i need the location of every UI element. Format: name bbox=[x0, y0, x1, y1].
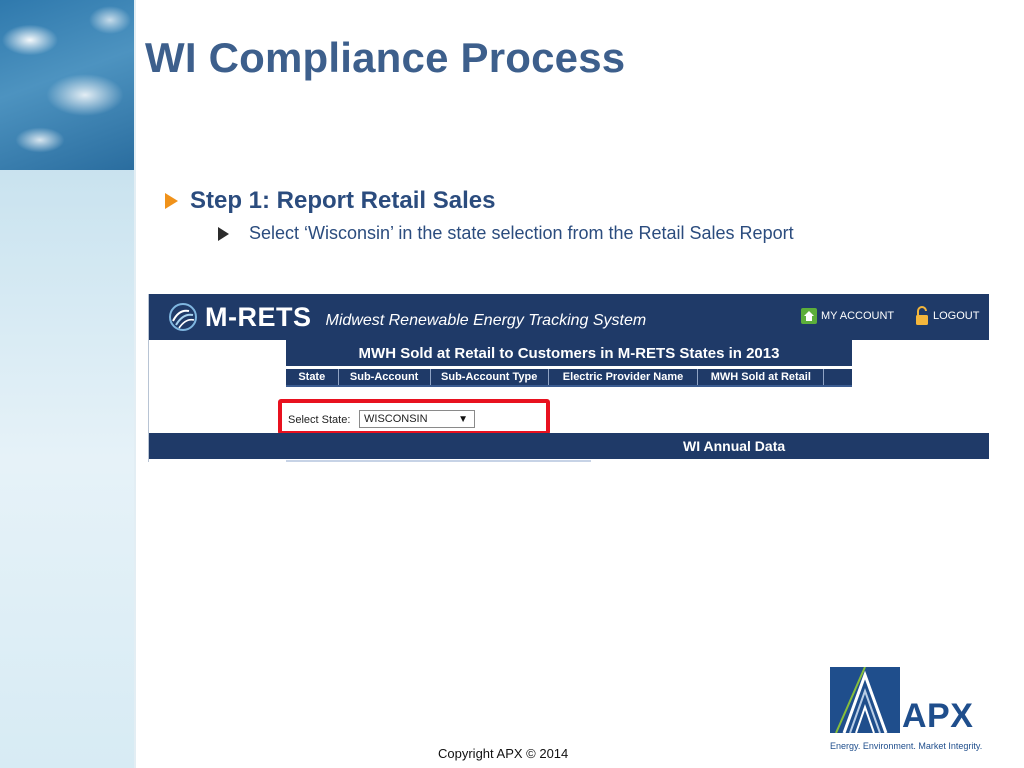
col-header-blank bbox=[823, 369, 852, 385]
col-header-mwh-sold[interactable]: MWH Sold at Retail bbox=[697, 369, 823, 385]
annual-data-header: WI Annual Data bbox=[149, 433, 989, 459]
bullet-sub-1-text: Select ‘Wisconsin’ in the state selectio… bbox=[249, 223, 794, 243]
annual-data-divider bbox=[286, 460, 591, 462]
mrets-swirl-icon bbox=[169, 303, 197, 331]
side-divider bbox=[134, 0, 136, 768]
my-account-link[interactable]: MY ACCOUNT bbox=[801, 308, 894, 324]
mrets-logo[interactable]: M-RETS Midwest Renewable Energy Tracking… bbox=[167, 301, 646, 333]
logout-link[interactable]: LOGOUT bbox=[914, 306, 979, 326]
col-header-sub-account-type[interactable]: Sub-Account Type bbox=[429, 369, 548, 385]
sky-image bbox=[0, 0, 134, 170]
lock-icon bbox=[916, 306, 928, 325]
apx-mark-icon bbox=[830, 667, 900, 733]
slide-title: WI Compliance Process bbox=[145, 34, 626, 81]
state-select-value: WISCONSIN bbox=[364, 413, 428, 425]
col-header-sub-account[interactable]: Sub-Account bbox=[337, 369, 430, 385]
col-header-state[interactable]: State bbox=[286, 369, 338, 385]
mrets-logo-text: M-RETS bbox=[205, 301, 312, 332]
col-header-provider-name[interactable]: Electric Provider Name bbox=[547, 369, 698, 385]
mrets-screenshot: M-RETS Midwest Renewable Energy Tracking… bbox=[148, 294, 989, 462]
mrets-header: M-RETS Midwest Renewable Energy Tracking… bbox=[149, 294, 989, 340]
home-icon bbox=[801, 308, 817, 324]
select-state-label: Select State: bbox=[288, 414, 351, 426]
bullet-arrow-icon bbox=[165, 193, 178, 209]
my-account-label: MY ACCOUNT bbox=[821, 310, 895, 322]
copyright-text: Copyright APX © 2014 bbox=[438, 746, 569, 761]
apx-wordmark: APX bbox=[902, 697, 974, 735]
state-select-dropdown[interactable]: WISCONSIN ▼ bbox=[359, 410, 475, 428]
bullet-sub-1: Select ‘Wisconsin’ in the state selectio… bbox=[218, 223, 794, 244]
logout-label: LOGOUT bbox=[933, 310, 980, 322]
report-title: MWH Sold at Retail to Customers in M-RET… bbox=[286, 340, 852, 366]
sub-bullet-arrow-icon bbox=[218, 226, 229, 241]
apx-logo: APX Energy. Environment. Market Integrit… bbox=[830, 667, 990, 757]
dropdown-caret-icon: ▼ bbox=[458, 413, 468, 425]
report-column-headers: State Sub-Account Sub-Account Type Elect… bbox=[286, 369, 852, 387]
mrets-subtitle: Midwest Renewable Energy Tracking System bbox=[325, 312, 647, 329]
apx-tagline: Energy. Environment. Market Integrity. bbox=[830, 741, 983, 751]
bullet-step-1: Step 1: Report Retail Sales bbox=[165, 187, 495, 215]
annual-data-title: WI Annual Data bbox=[683, 438, 786, 454]
bullet-step-1-text: Step 1: Report Retail Sales bbox=[190, 187, 496, 214]
